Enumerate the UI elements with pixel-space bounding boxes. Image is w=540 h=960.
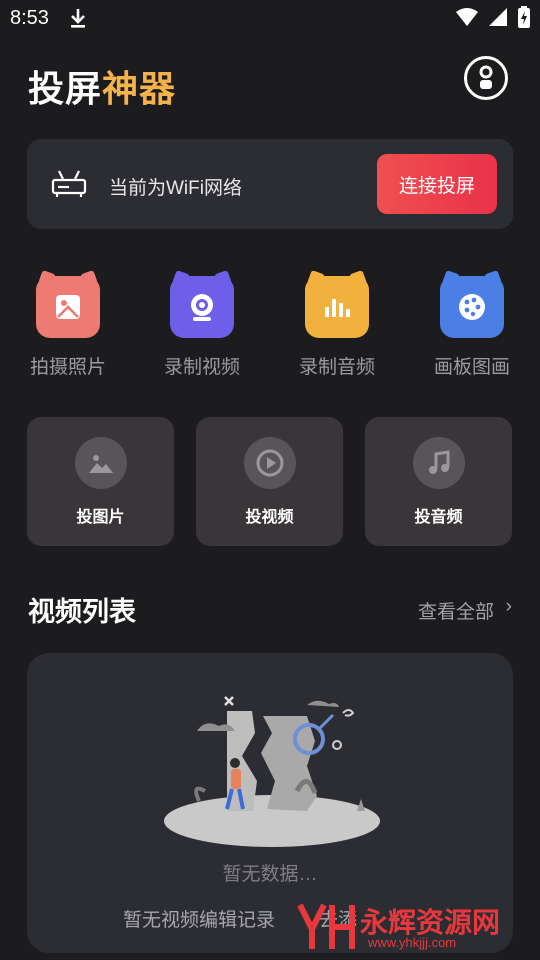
wifi-status-card: 当前为WiFi网络 连接投屏 <box>27 139 513 229</box>
status-icons <box>456 6 530 28</box>
camera-icon <box>191 294 213 321</box>
tool-label: 拍摄照片 <box>29 357 106 378</box>
download-icon <box>71 9 85 28</box>
wifi-signal-icon <box>456 8 478 26</box>
wifi-status-text: 当前为WiFi网络 <box>109 178 242 199</box>
tool-drawing-board[interactable]: 画板图画 <box>422 276 522 379</box>
app-title: 投屏神器 <box>28 60 176 112</box>
see-all-link[interactable]: 查看全部 <box>418 597 494 624</box>
status-time: 8:53 <box>10 7 49 29</box>
cast-icon-circle <box>74 437 127 489</box>
profile-button[interactable] <box>464 56 508 100</box>
battery-icon <box>518 6 530 28</box>
video-list-title: 视频列表 <box>28 597 136 627</box>
drawing-tool-badge <box>440 276 504 338</box>
cast-label: 投音频 <box>414 509 463 526</box>
empty-sub-main: 暂无视频编辑记录 <box>123 910 276 931</box>
tool-label: 录制音频 <box>298 357 375 378</box>
audio-tool-badge <box>305 276 369 338</box>
audio-bars-icon <box>325 299 350 317</box>
palette-icon <box>459 294 485 320</box>
cell-signal-icon <box>489 8 507 26</box>
tool-label: 录制视频 <box>163 357 240 378</box>
cast-image-card[interactable]: 投图片 <box>27 417 174 546</box>
cast-icon-circle <box>412 437 465 489</box>
empty-state-text: 暂无数据… <box>222 864 318 885</box>
app-title-part2: 神器 <box>102 68 177 109</box>
cast-audio-card[interactable]: 投音频 <box>365 417 512 546</box>
music-icon <box>428 450 449 474</box>
photo-icon <box>56 295 80 319</box>
tool-take-photo[interactable]: 拍摄照片 <box>18 276 118 379</box>
image-icon <box>88 455 113 473</box>
cast-label: 投图片 <box>76 509 125 526</box>
play-icon <box>256 449 283 477</box>
cast-icon-circle <box>243 437 296 489</box>
chevron-right-icon[interactable]: › <box>506 596 512 618</box>
user-icon <box>479 65 493 89</box>
cast-video-card[interactable]: 投视频 <box>196 417 343 546</box>
tool-record-video[interactable]: 录制视频 <box>152 276 252 379</box>
watermark-url: www.yhkjjj.com <box>368 935 457 950</box>
tool-record-audio[interactable]: 录制音频 <box>287 276 387 379</box>
watermark-logo <box>297 903 355 949</box>
cast-label: 投视频 <box>245 509 294 526</box>
empty-state-illustration <box>164 696 380 847</box>
connect-cast-button[interactable]: 连接投屏 <box>377 154 497 214</box>
tool-label: 画板图画 <box>433 357 510 378</box>
router-icon <box>51 170 87 197</box>
app-title-part1: 投屏 <box>28 68 103 109</box>
video-tool-badge <box>170 276 234 338</box>
photo-tool-badge <box>36 276 100 338</box>
